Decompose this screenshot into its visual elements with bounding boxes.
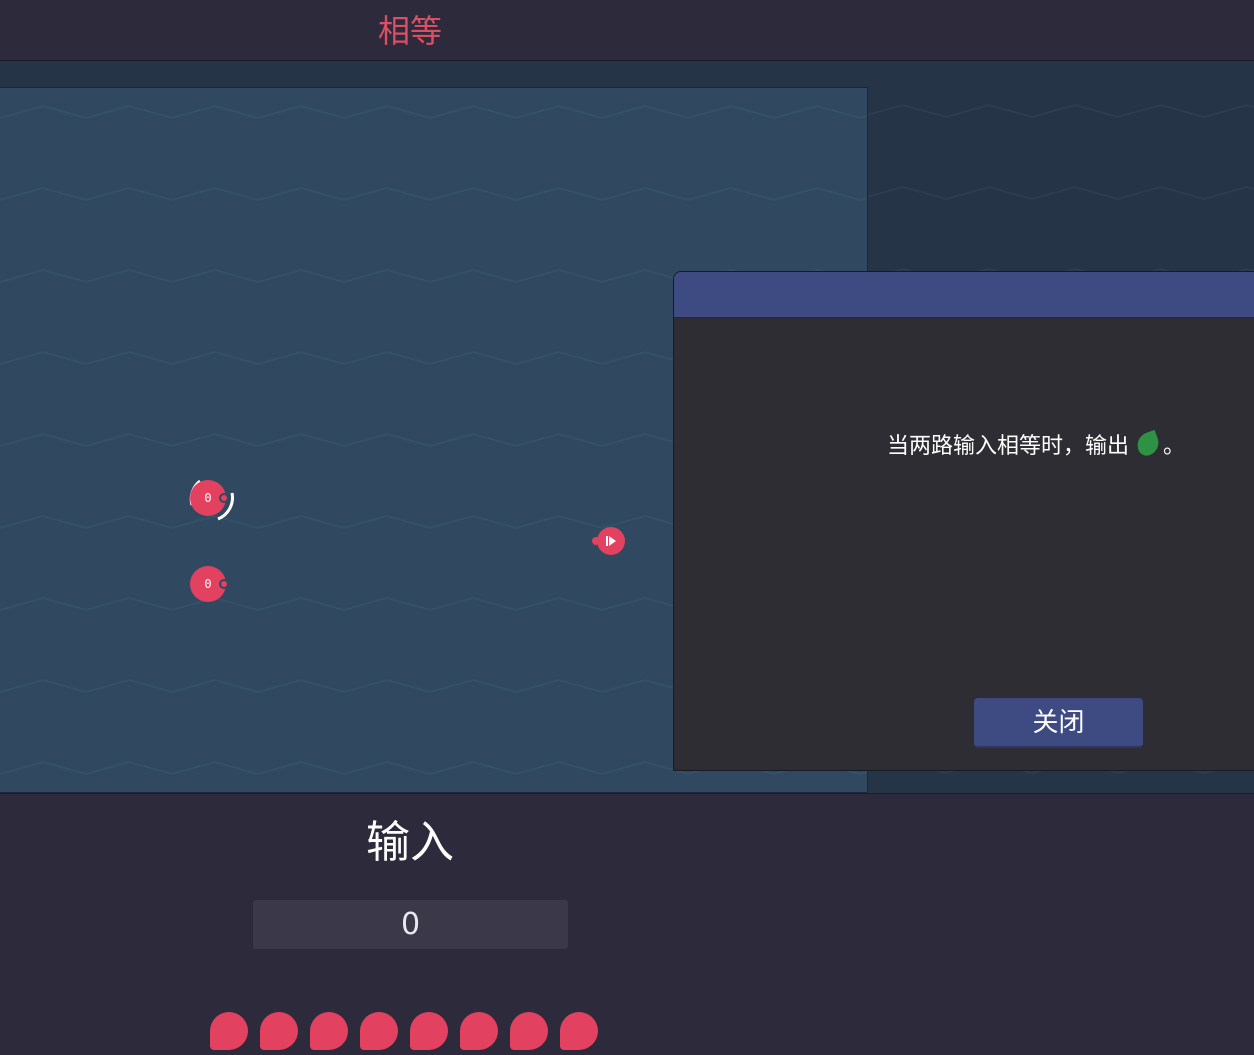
hint-dialog: 当两路输入相等时，输出 。 关闭 — [673, 271, 1254, 771]
header-bar: 相等 — [0, 0, 1254, 61]
dialog-titlebar[interactable] — [674, 272, 1254, 318]
close-button[interactable]: 关闭 — [974, 698, 1143, 748]
token[interactable] — [560, 1012, 598, 1050]
input-value-field[interactable]: 0 — [253, 900, 568, 949]
play-icon — [606, 536, 616, 546]
token[interactable] — [360, 1012, 398, 1050]
input-panel-title: 输入 — [366, 817, 454, 868]
token[interactable] — [410, 1012, 448, 1050]
input-node-1-port[interactable] — [219, 493, 229, 503]
token[interactable] — [260, 1012, 298, 1050]
input-node-1-value: 0 — [204, 491, 212, 505]
token[interactable] — [460, 1012, 498, 1050]
green-leaf-icon — [1133, 429, 1163, 459]
dialog-message: 当两路输入相等时，输出 。 — [887, 428, 1185, 460]
dialog-message-text: 当两路输入相等时，输出 — [887, 434, 1130, 459]
dialog-message-end: 。 — [1163, 434, 1186, 459]
output-node[interactable] — [597, 527, 625, 555]
input-node-2-value: 0 — [204, 577, 212, 591]
input-node-2-port[interactable] — [219, 579, 229, 589]
token[interactable] — [510, 1012, 548, 1050]
level-title: 相等 — [377, 12, 442, 50]
token[interactable] — [310, 1012, 348, 1050]
token-row — [210, 1012, 598, 1050]
token[interactable] — [210, 1012, 248, 1050]
